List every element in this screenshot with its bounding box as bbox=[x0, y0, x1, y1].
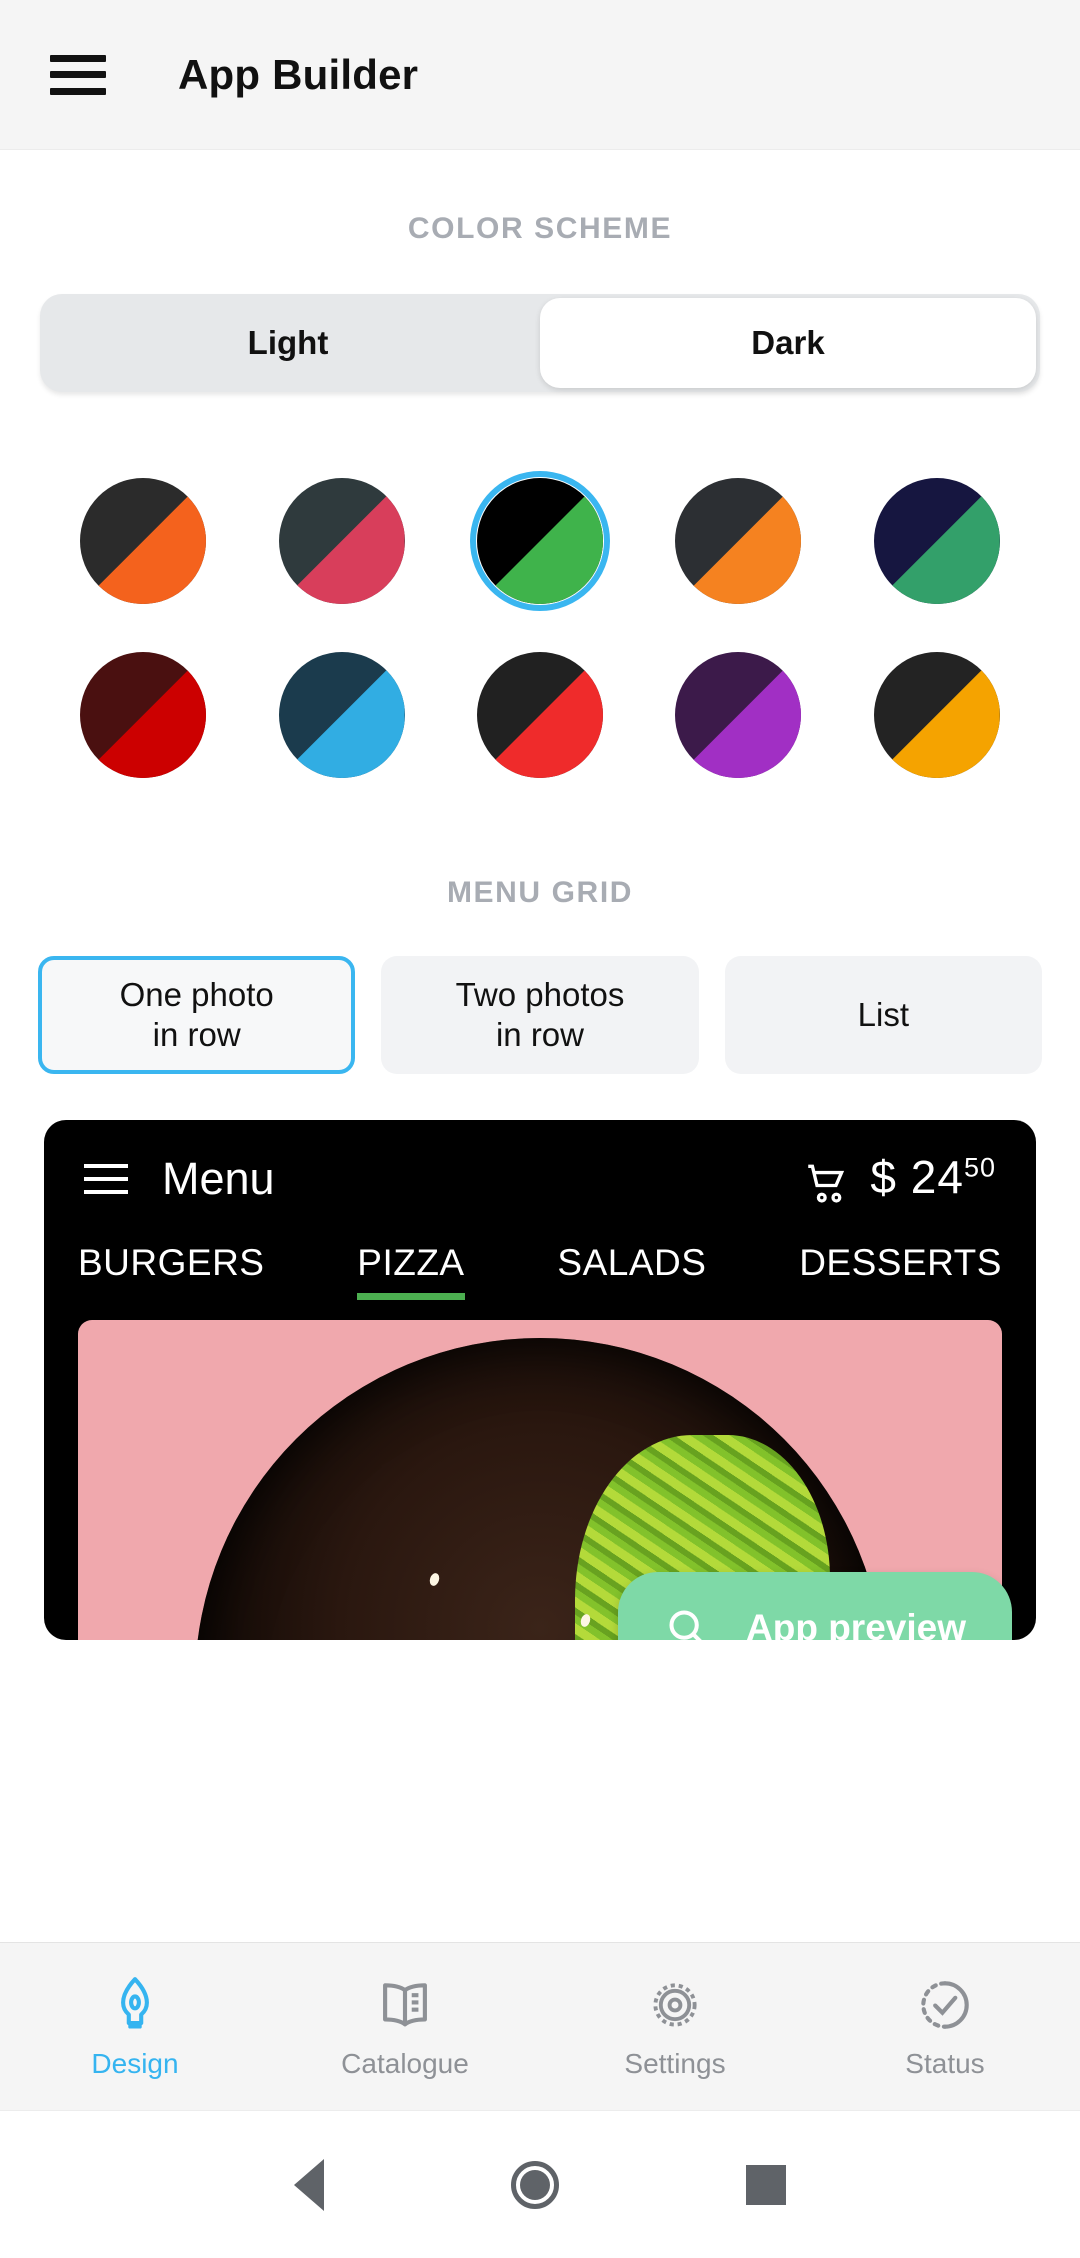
nav-label-status: Status bbox=[905, 2047, 985, 2079]
nav-item-catalogue[interactable]: Catalogue bbox=[270, 1974, 540, 2080]
hamburger-icon[interactable] bbox=[50, 54, 106, 95]
shopping-cart-icon bbox=[808, 1164, 845, 1203]
menu-grid-options: One photo in row Two photos in row List bbox=[0, 956, 1080, 1074]
book-icon bbox=[383, 1982, 427, 2026]
nav-label-design: Design bbox=[91, 2047, 179, 2079]
nav-item-settings[interactable]: Settings bbox=[540, 1974, 810, 2080]
palette-swatch-black-amber[interactable] bbox=[873, 652, 1000, 778]
app-preview-button[interactable]: App preview bbox=[618, 1572, 1012, 1640]
nav-item-status[interactable]: Status bbox=[810, 1974, 1080, 2080]
palette-swatch-eggplant-purple[interactable] bbox=[675, 652, 802, 778]
hamburger-bar bbox=[84, 1164, 128, 1168]
color-scheme-toggle[interactable]: Light Dark bbox=[40, 294, 1040, 392]
palette-swatch-navy-emerald[interactable] bbox=[873, 478, 1000, 604]
preview-hamburger-icon[interactable] bbox=[84, 1164, 128, 1194]
recents-square-icon[interactable] bbox=[746, 2164, 787, 2205]
check-circle-icon bbox=[921, 1980, 969, 2029]
option-line2: in row bbox=[495, 1016, 584, 1053]
preview-cart[interactable]: $ 2450 bbox=[802, 1150, 996, 1208]
app-preview-panel: Menu $ 2450 BURGERS PIZZA SALADS DESSERT… bbox=[44, 1120, 1036, 1640]
search-icon bbox=[669, 1610, 702, 1640]
color-scheme-label: COLOR SCHEME bbox=[407, 212, 673, 245]
color-scheme-option-dark[interactable]: Dark bbox=[540, 298, 1036, 388]
menu-grid-option-label: One photo in row bbox=[120, 975, 274, 1056]
hamburger-bar bbox=[50, 54, 106, 62]
menu-grid-label: MENU GRID bbox=[446, 876, 634, 909]
option-line1: One photo bbox=[119, 975, 274, 1013]
nav-item-design[interactable]: Design bbox=[0, 1974, 270, 2080]
preview-cart-price: $ 2450 bbox=[870, 1150, 996, 1204]
hamburger-bar bbox=[84, 1190, 128, 1194]
palette-swatch-maroon-red[interactable] bbox=[80, 652, 207, 778]
option-line2: in row bbox=[152, 1016, 241, 1053]
palette-swatch-deepblue-skyblue[interactable] bbox=[278, 652, 405, 778]
currency-symbol: $ bbox=[870, 1151, 897, 1203]
option-line1: Two photos bbox=[455, 975, 625, 1013]
back-triangle-icon[interactable] bbox=[293, 2158, 324, 2211]
home-circle-icon[interactable] bbox=[510, 2160, 559, 2209]
menu-grid-option-label: Two photos in row bbox=[456, 975, 625, 1056]
palette-swatch-slate-crimson[interactable] bbox=[278, 478, 405, 604]
hamburger-bar bbox=[50, 87, 106, 95]
hamburger-bar bbox=[50, 71, 106, 78]
pen-nib-icon bbox=[121, 1976, 149, 2029]
palette-swatch-dark-orange[interactable] bbox=[80, 478, 207, 604]
app-screen: App Builder COLOR SCHEME Light Dark MENU… bbox=[0, 0, 1080, 2258]
menu-grid-option-one-photo-in-row[interactable]: One photo in row bbox=[38, 956, 356, 1074]
app-bar: App Builder bbox=[0, 0, 1080, 150]
price-whole: 24 bbox=[910, 1151, 964, 1203]
nav-label-settings: Settings bbox=[624, 2047, 726, 2079]
gear-icon bbox=[653, 1982, 697, 2027]
preview-top-bar: Menu $ 2450 bbox=[44, 1120, 1036, 1220]
android-system-bar bbox=[0, 2110, 1080, 2258]
bottom-navigation: Design Catalogue Settings Status bbox=[0, 1942, 1080, 2110]
preview-tab-pizza[interactable]: PIZZA bbox=[357, 1242, 465, 1300]
preview-tab-burgers[interactable]: BURGERS bbox=[78, 1242, 264, 1300]
page-title: App Builder bbox=[178, 50, 419, 98]
preview-tab-desserts[interactable]: DESSERTS bbox=[799, 1242, 1002, 1300]
nav-label-catalogue: Catalogue bbox=[341, 2047, 469, 2079]
price-cents: 50 bbox=[963, 1152, 996, 1183]
hamburger-bar bbox=[84, 1177, 128, 1181]
palette-swatch-black-green[interactable] bbox=[469, 471, 610, 611]
color-scheme-option-light[interactable]: Light bbox=[40, 294, 536, 392]
menu-grid-option-list[interactable]: List bbox=[724, 956, 1042, 1074]
palette-grid bbox=[0, 471, 1080, 778]
app-preview-button-label: App preview bbox=[746, 1607, 966, 1640]
menu-grid-option-two-photos-in-row[interactable]: Two photos in row bbox=[381, 956, 699, 1074]
preview-title: Menu bbox=[162, 1153, 275, 1204]
palette-swatch-charcoal-orange[interactable] bbox=[675, 478, 802, 604]
menu-grid-option-label: List bbox=[857, 995, 909, 1033]
palette-swatch-black-red[interactable] bbox=[476, 652, 603, 778]
preview-tab-salads[interactable]: SALADS bbox=[557, 1242, 706, 1300]
preview-category-tabs: BURGERS PIZZA SALADS DESSERTS bbox=[44, 1220, 1036, 1300]
content-area: COLOR SCHEME Light Dark MENU GRID One ph… bbox=[0, 150, 1080, 1942]
